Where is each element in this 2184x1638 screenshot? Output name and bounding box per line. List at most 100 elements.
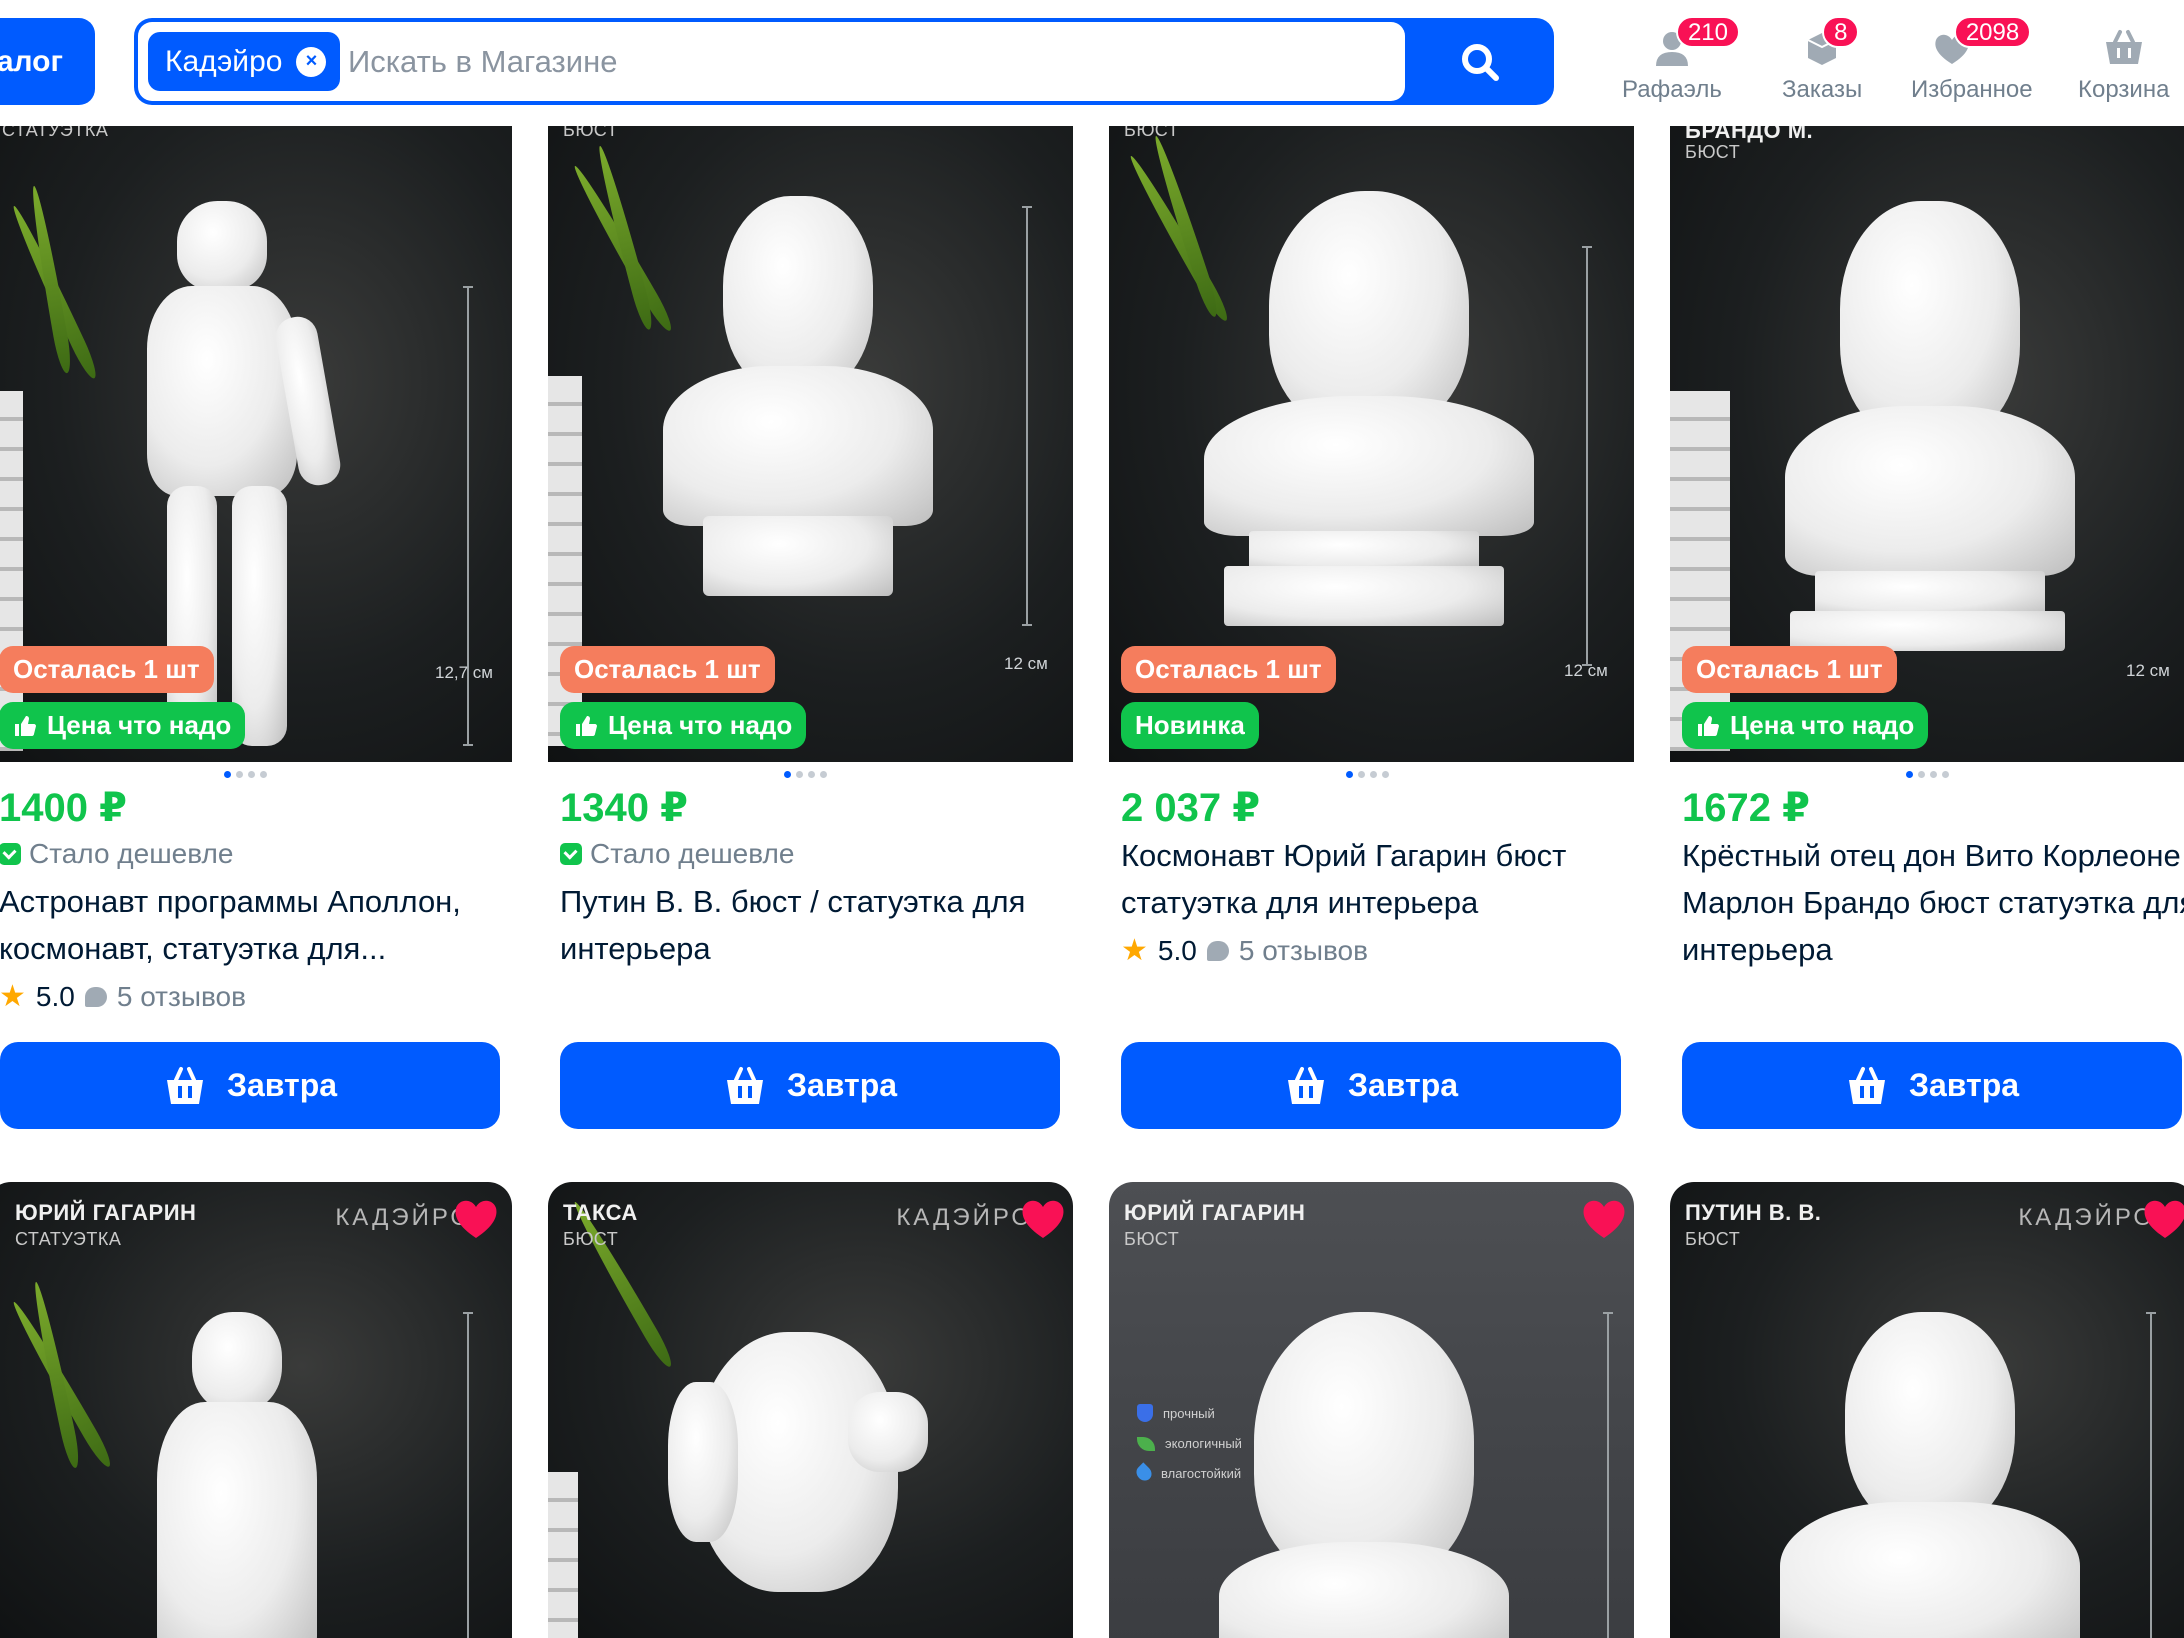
bust-image — [1269, 191, 1469, 431]
nav-label: Рафаэль — [1622, 76, 1722, 103]
rating-value: 5.0 — [1157, 934, 1197, 966]
product-price: 1672 ₽ — [1682, 786, 1810, 830]
star-icon: ★ — [0, 980, 26, 1013]
cart-icon — [2105, 30, 2142, 64]
new-badge: Новинка — [1121, 702, 1259, 749]
price-drop-icon — [0, 843, 21, 865]
button-label: Завтра — [226, 1067, 338, 1103]
size-label: 12 см — [1564, 661, 1608, 680]
photo-subtitle: БЮСТ — [1124, 126, 1180, 140]
nav-badge: 8 — [1822, 16, 1860, 48]
product-photo[interactable]: ЮРИЙ ГАГАРИН СТАТУЭТКА КАДЭЙРО — [0, 1182, 512, 1638]
cart-icon — [726, 1066, 763, 1104]
bust-image — [1840, 201, 2020, 441]
comment-icon — [1206, 940, 1229, 961]
thumbs-up-icon — [15, 715, 36, 736]
cart-icon — [1287, 1066, 1324, 1104]
header: алог Кадэйро × 210 Рафаэль — [0, 0, 2184, 126]
catalog-button[interactable]: алог — [0, 18, 95, 105]
figurine-image — [177, 201, 267, 291]
close-icon[interactable]: × — [296, 46, 327, 77]
button-label: Завтра — [786, 1067, 898, 1103]
feature-item: прочный — [1137, 1404, 1242, 1422]
nav-favorites[interactable]: 2098 Избранное — [1911, 16, 2033, 108]
nav-profile[interactable]: 210 Рафаэль — [1622, 16, 1740, 108]
product-rating: ★ 5.0 5 отзывов — [1121, 933, 1368, 968]
add-to-cart-button[interactable]: Завтра — [560, 1042, 1060, 1129]
product-name[interactable]: Крёстный отец дон Вито Корлеоне Марлон Б… — [1682, 832, 2184, 973]
favorite-heart-icon[interactable] — [1019, 1196, 1067, 1240]
photo-carousel-dots[interactable] — [784, 771, 827, 778]
photo-carousel-dots[interactable] — [224, 771, 267, 778]
photo-subtitle: БЮСТ — [1124, 1229, 1180, 1249]
badge-label: Цена что надо — [1730, 710, 1915, 740]
product-name[interactable]: Космонавт Юрий Гагарин бюст статуэтка дл… — [1121, 832, 1636, 926]
stock-badge: Осталась 1 шт — [0, 646, 214, 693]
badge-label: Цена что надо — [47, 710, 232, 740]
search-store-chip[interactable]: Кадэйро × — [148, 32, 341, 91]
price-badge: Цена что надо — [0, 702, 246, 749]
feature-label: влагостойкий — [1161, 1465, 1242, 1481]
nav-cart[interactable]: Корзина — [2078, 28, 2169, 108]
search-box[interactable]: Кадэйро × — [138, 22, 1405, 101]
books-image — [1670, 391, 1730, 751]
size-label: 12 см — [1004, 654, 1048, 673]
shield-icon — [1137, 1404, 1153, 1422]
search-icon — [1461, 43, 1499, 81]
product-photo[interactable]: ЮРИЙ ГАГАРИН БЮСТ прочный экологичный вл… — [1109, 1182, 1634, 1638]
search-input[interactable] — [348, 36, 1388, 88]
photo-carousel-dots[interactable] — [1906, 771, 1949, 778]
photo-title: ПУТИН В. В. — [1685, 1200, 1822, 1225]
favorite-heart-icon[interactable] — [452, 1196, 500, 1240]
photo-title: ЮРИЙ ГАГАРИН — [15, 1200, 197, 1225]
nav-label: Корзина — [2078, 76, 2170, 103]
product-price: 1340 ₽ — [560, 786, 688, 830]
photo-carousel-dots[interactable] — [1346, 771, 1389, 778]
nav-label: Избранное — [1911, 76, 2033, 103]
product-name[interactable]: Путин В. В. бюст / статуэтка для интерье… — [560, 878, 1075, 972]
feature-label: прочный — [1163, 1405, 1215, 1421]
add-to-cart-button[interactable]: Завтра — [1682, 1042, 2182, 1129]
product-photo[interactable]: ТАКСА БЮСТ КАДЭЙРО — [548, 1182, 1073, 1638]
reviews-count[interactable]: 5 отзывов — [117, 981, 246, 1013]
product-photo[interactable]: ПУТИН В. В. БЮСТ КАДЭЙРО — [1670, 1182, 2184, 1638]
brand-watermark: КАДЭЙРО — [2018, 1204, 2155, 1231]
price-drop-note: Стало дешевле — [0, 838, 233, 870]
cart-icon — [166, 1066, 203, 1104]
comment-icon — [84, 986, 107, 1007]
leaf-icon — [1137, 1436, 1155, 1451]
thumbs-up-icon — [1698, 715, 1719, 736]
feature-label: экологичный — [1165, 1436, 1242, 1451]
search-button[interactable] — [1405, 18, 1554, 105]
stock-badge: Осталась 1 шт — [1682, 646, 1897, 693]
photo-subtitle: БЮСТ — [1685, 1229, 1741, 1249]
size-label: 12 см — [2126, 661, 2170, 680]
bust-image — [1845, 1312, 2015, 1532]
add-to-cart-button[interactable]: Завтра — [1121, 1042, 1621, 1129]
photo-subtitle: СТАТУЭТКА — [15, 1229, 122, 1249]
search-bar: Кадэйро × — [134, 18, 1554, 105]
favorite-heart-icon[interactable] — [2141, 1196, 2184, 1240]
add-to-cart-button[interactable]: Завтра — [0, 1042, 500, 1129]
price-drop-note: Стало дешевле — [560, 838, 794, 870]
feature-item: влагостойкий — [1133, 1462, 1242, 1484]
photo-subtitle: БЮСТ — [563, 126, 619, 140]
favorite-heart-icon[interactable] — [1580, 1196, 1628, 1240]
feature-list: прочный экологичный влагостойкий — [1133, 1404, 1242, 1484]
photo-subtitle: БЮСТ — [563, 1229, 619, 1249]
button-label: Завтра — [1908, 1067, 2020, 1103]
price-badge: Цена что надо — [560, 702, 807, 749]
price-badge: Цена что надо — [1682, 702, 1929, 749]
drop-icon — [1133, 1462, 1155, 1484]
reviews-count[interactable]: 5 отзывов — [1239, 935, 1368, 967]
product-name[interactable]: Астронавт программы Аполлон, космонавт, … — [0, 878, 514, 972]
feature-item: экологичный — [1137, 1436, 1242, 1451]
product-price: 2 037 ₽ — [1121, 786, 1261, 830]
thumbs-up-icon — [576, 715, 597, 736]
product-price: 1400 ₽ — [0, 786, 127, 830]
button-label: Завтра — [1347, 1067, 1459, 1103]
nav-orders[interactable]: 8 Заказы — [1782, 16, 1862, 108]
photo-subtitle: СТАТУЭТКА — [2, 126, 109, 140]
product-rating: ★ 5.0 5 отзывов — [0, 979, 246, 1014]
photo-title: ЮРИЙ ГАГАРИН — [1124, 1200, 1306, 1225]
